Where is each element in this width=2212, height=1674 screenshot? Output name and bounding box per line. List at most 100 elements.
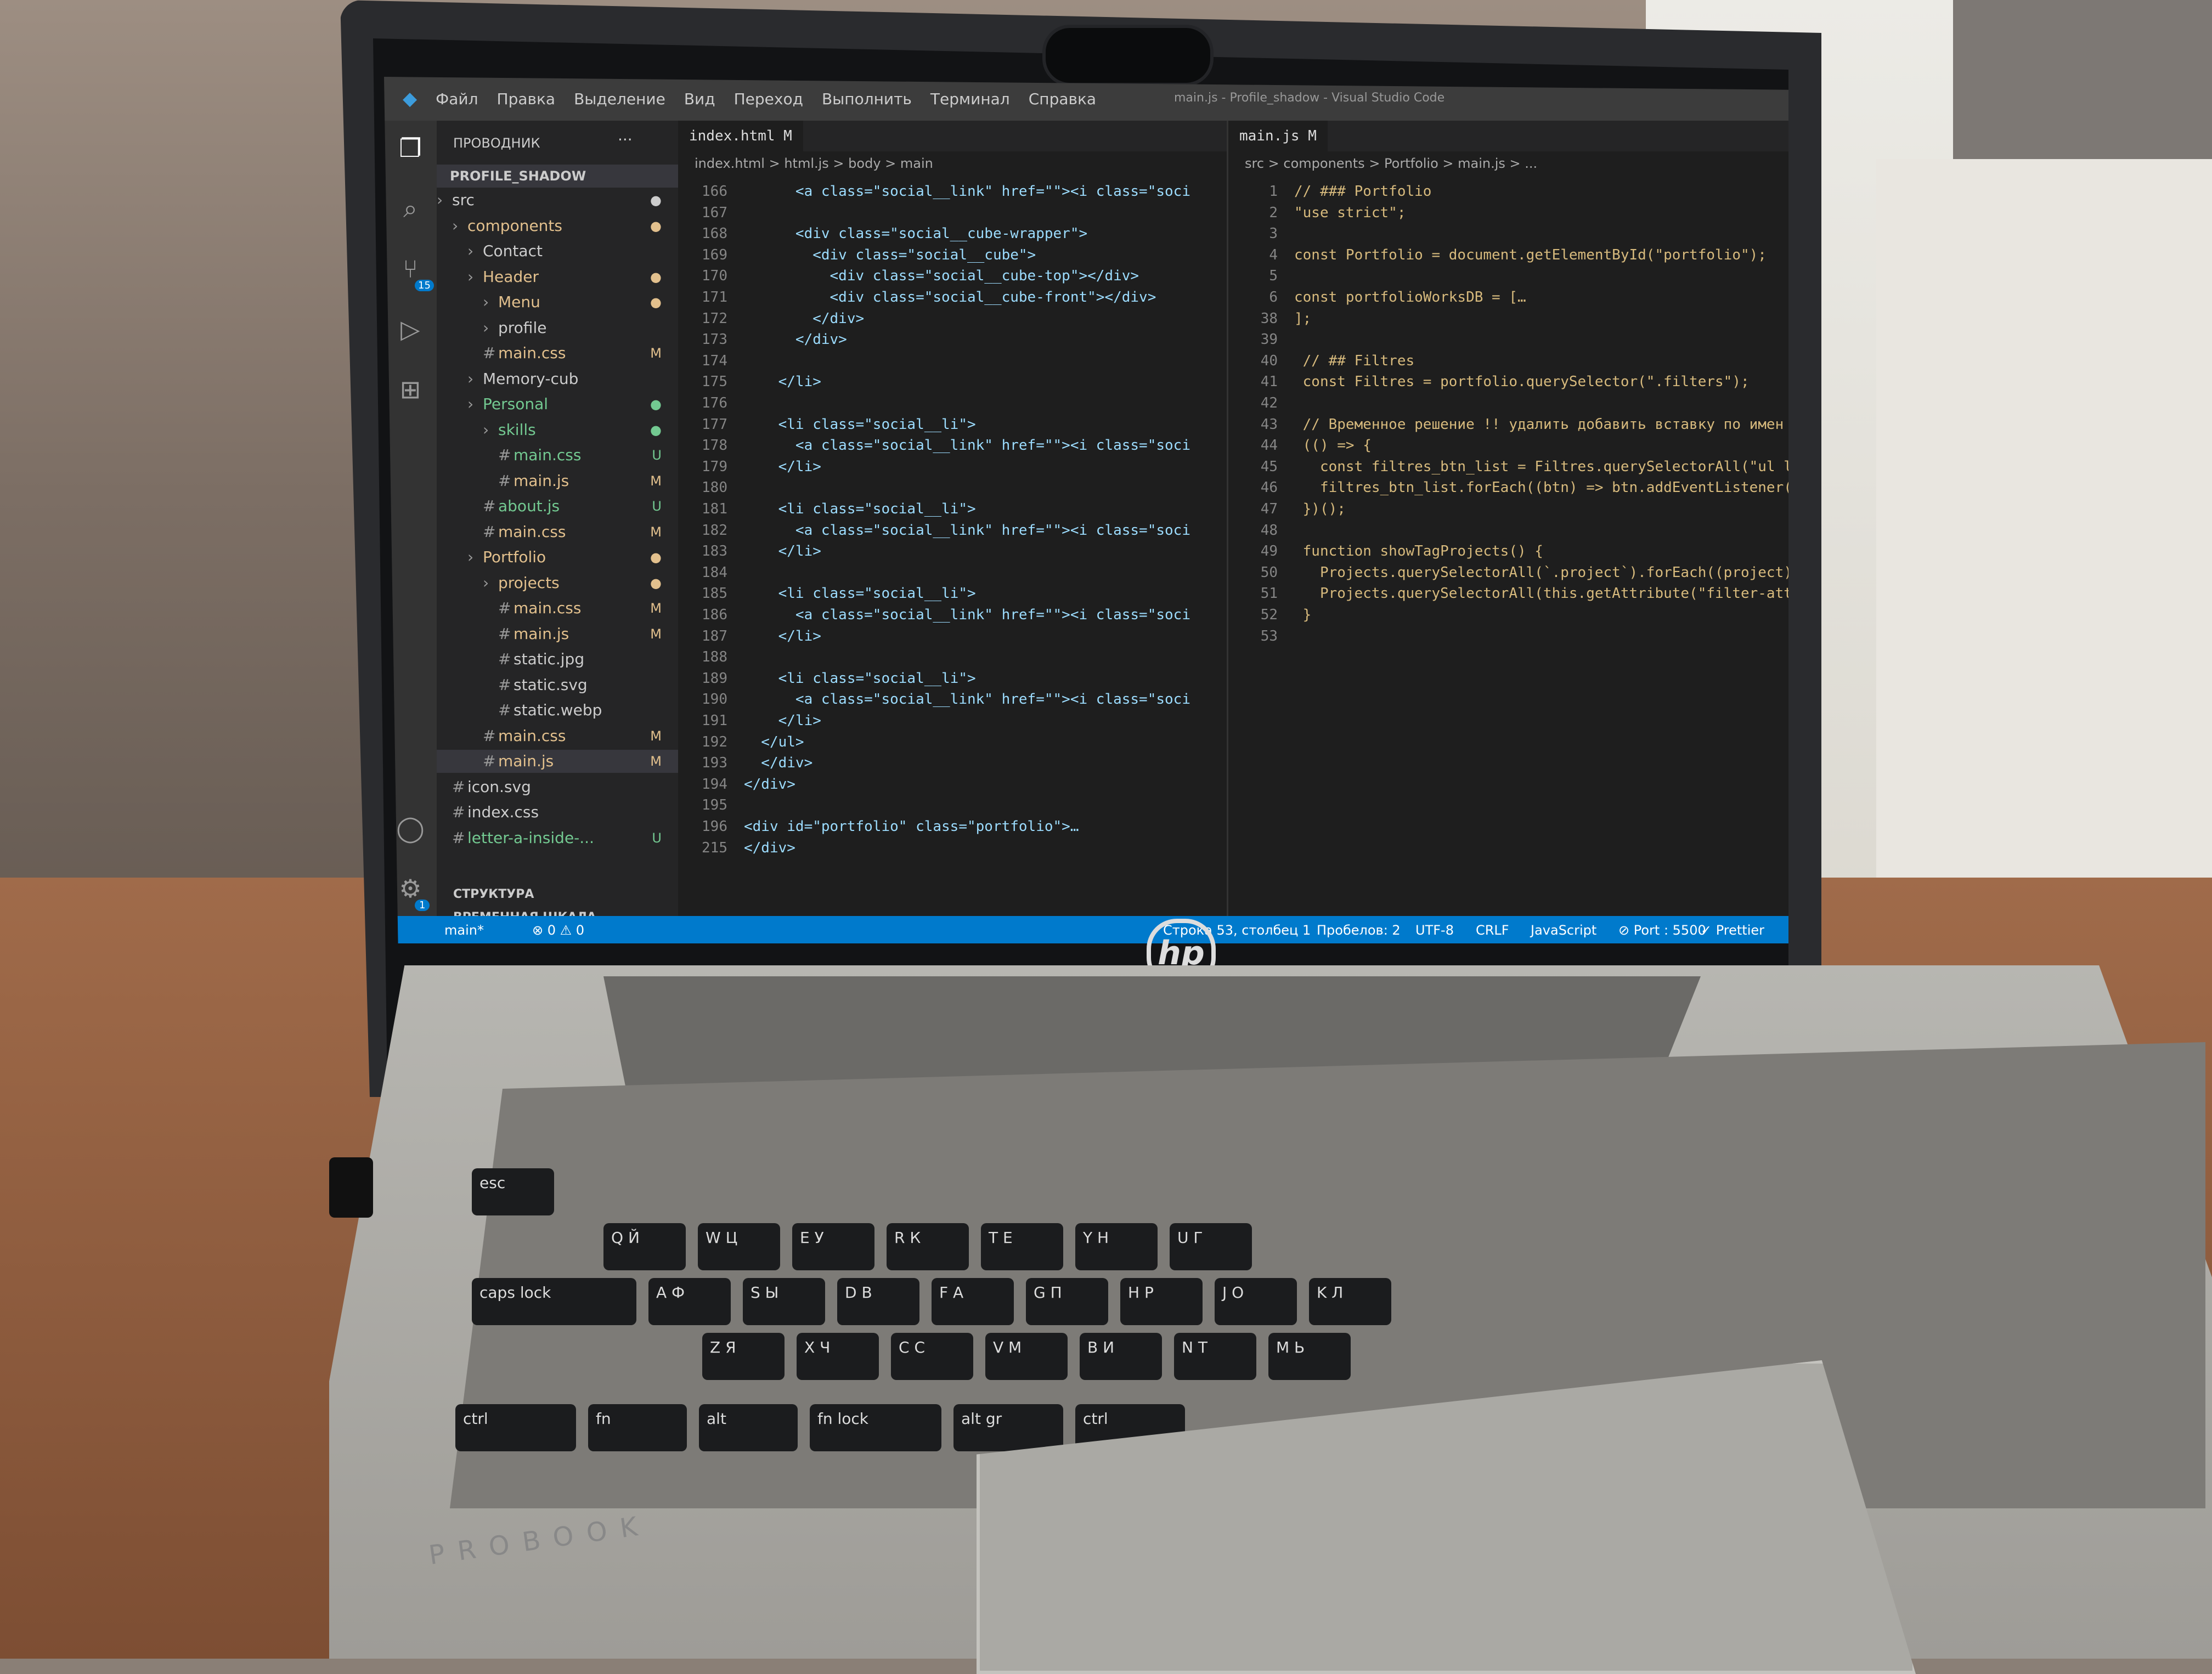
run-debug-icon[interactable]: ▷: [394, 313, 427, 346]
code-line[interactable]: </ul>: [744, 732, 804, 753]
code-line[interactable]: (() => {: [1294, 435, 1372, 456]
code-line[interactable]: // Временное решение !! удалить добавить…: [1294, 414, 1784, 436]
line-ending[interactable]: CRLF: [1476, 923, 1509, 938]
tree-item[interactable]: # main.css U: [437, 444, 678, 467]
menu-selection[interactable]: Выделение: [574, 90, 665, 108]
code-line[interactable]: </li>: [744, 710, 821, 732]
keyboard-key[interactable]: A Ф: [648, 1278, 731, 1325]
code-line[interactable]: </li>: [744, 541, 821, 562]
code-line[interactable]: <li class="social__li">: [744, 499, 976, 520]
keyboard-key[interactable]: X Ч: [797, 1333, 879, 1380]
code-line[interactable]: <li class="social__li">: [744, 583, 976, 604]
tree-item[interactable]: › Personal ●: [437, 393, 678, 416]
keyboard-key[interactable]: alt: [699, 1404, 798, 1451]
code-line[interactable]: <div class="social__cube">: [744, 245, 1036, 266]
keyboard-key[interactable]: V М: [985, 1333, 1068, 1380]
keyboard-key[interactable]: caps lock: [472, 1278, 636, 1325]
keyboard-key[interactable]: F А: [932, 1278, 1014, 1325]
prettier-status[interactable]: ✓ Prettier: [1701, 923, 1764, 938]
code-line[interactable]: <a class="social__link" href=""><i class…: [744, 604, 1190, 626]
menu-terminal[interactable]: Терминал: [930, 90, 1010, 108]
keyboard-key[interactable]: fn lock: [810, 1404, 941, 1451]
keyboard-key[interactable]: D В: [837, 1278, 919, 1325]
tree-item[interactable]: # main.css M: [437, 597, 678, 620]
tree-item[interactable]: # icon.svg: [437, 776, 678, 799]
keyboard-key[interactable]: K Л: [1309, 1278, 1391, 1325]
code-line[interactable]: </div>: [744, 774, 795, 795]
code-line[interactable]: <a class="social__link" href=""><i class…: [744, 181, 1190, 202]
keyboard-key[interactable]: J О: [1215, 1278, 1297, 1325]
menu-file[interactable]: Файл: [436, 90, 478, 108]
encoding[interactable]: UTF-8: [1415, 923, 1454, 938]
code-line[interactable]: filtres_btn_list.forEach((btn) => btn.ad…: [1294, 477, 1788, 499]
code-line[interactable]: <div id="portfolio" class="portfolio">…: [744, 816, 1079, 838]
tree-item[interactable]: # index.css: [437, 801, 678, 824]
tree-item[interactable]: # main.js M: [437, 750, 678, 773]
keyboard-key[interactable]: E У: [792, 1223, 874, 1270]
tree-item[interactable]: # about.js U: [437, 495, 678, 518]
code-line[interactable]: <div class="social__cube-front"></div>: [744, 287, 1156, 308]
keyboard-key[interactable]: B И: [1080, 1333, 1162, 1380]
keyboard-key[interactable]: U Г: [1170, 1223, 1252, 1270]
code-line[interactable]: }: [1294, 604, 1312, 626]
tree-item[interactable]: # main.js M: [437, 623, 678, 646]
tree-item[interactable]: › Portfolio ●: [437, 546, 678, 569]
menu-go[interactable]: Переход: [734, 90, 803, 108]
code-line[interactable]: <div class="social__cube-top"></div>: [744, 265, 1139, 287]
keyboard-key[interactable]: N Т: [1174, 1333, 1256, 1380]
keyboard-key[interactable]: G П: [1026, 1278, 1108, 1325]
keyboard-key[interactable]: alt gr: [953, 1404, 1063, 1451]
code-line[interactable]: const Portfolio = document.getElementByI…: [1294, 245, 1767, 266]
menu-view[interactable]: Вид: [684, 90, 715, 108]
tree-item[interactable]: › Header ●: [437, 265, 678, 289]
keyboard-key[interactable]: Z Я: [702, 1333, 785, 1380]
extensions-icon[interactable]: ⊞: [394, 373, 427, 406]
tree-item[interactable]: # main.css M: [437, 342, 678, 365]
code-line[interactable]: <a class="social__link" href=""><i class…: [744, 520, 1190, 541]
tree-item[interactable]: › Memory-cub: [437, 367, 678, 391]
tree-item[interactable]: # static.svg: [437, 674, 678, 697]
tree-item[interactable]: # static.webp: [437, 699, 678, 722]
outline-section[interactable]: СТРУКТУРА: [453, 883, 534, 906]
keyboard-key[interactable]: ctrl: [455, 1404, 576, 1451]
code-line[interactable]: <li class="social__li">: [744, 668, 976, 689]
project-root[interactable]: PROFILE_SHADOW: [437, 165, 678, 188]
code-line[interactable]: const filtres_btn_list = Filtres.querySe…: [1294, 456, 1788, 478]
indent-spaces[interactable]: Пробелов: 2: [1317, 923, 1401, 938]
code-line[interactable]: </li>: [744, 371, 821, 393]
problems-indicator[interactable]: ⊗ 0 ⚠ 0: [532, 923, 584, 938]
tree-item[interactable]: › Contact: [437, 240, 678, 263]
code-line[interactable]: "use strict";: [1294, 202, 1406, 224]
tree-item[interactable]: › skills ●: [437, 418, 678, 442]
code-line[interactable]: </li>: [744, 626, 821, 647]
tree-item[interactable]: › components ●: [437, 214, 678, 237]
tree-item[interactable]: › Menu ●: [437, 291, 678, 314]
code-line[interactable]: <a class="social__link" href=""><i class…: [744, 435, 1190, 456]
tab-main-js[interactable]: main.js M: [1228, 121, 1328, 151]
more-actions-icon[interactable]: ···: [618, 128, 633, 151]
tree-item[interactable]: # main.css M: [437, 521, 678, 544]
code-line[interactable]: </div>: [744, 329, 847, 350]
code-line[interactable]: <li class="social__li">: [744, 414, 976, 436]
breadcrumb-js[interactable]: src > components > Portfolio > main.js >…: [1228, 151, 1537, 176]
code-line[interactable]: const portfolioWorksDB = […: [1294, 287, 1526, 308]
keyboard-key[interactable]: M Ь: [1268, 1333, 1351, 1380]
code-line[interactable]: function showTagProjects() {: [1294, 541, 1543, 562]
language-mode[interactable]: JavaScript: [1531, 923, 1596, 938]
tab-index-html[interactable]: index.html M: [678, 121, 803, 151]
code-line[interactable]: ];: [1294, 308, 1311, 330]
account-icon[interactable]: ◯: [394, 812, 427, 845]
tree-item[interactable]: › projects ●: [437, 572, 678, 595]
keyboard-key[interactable]: T Е: [981, 1223, 1063, 1270]
keyboard-key[interactable]: H Р: [1120, 1278, 1203, 1325]
code-line[interactable]: </div>: [744, 838, 795, 859]
keyboard-key[interactable]: R К: [887, 1223, 969, 1270]
menu-run[interactable]: Выполнить: [822, 90, 912, 108]
code-line[interactable]: <a class="social__link" href=""><i class…: [744, 689, 1190, 710]
keyboard-key[interactable]: Y Н: [1075, 1223, 1158, 1270]
tree-item[interactable]: › src ●: [437, 189, 678, 212]
tree-item[interactable]: # letter-a-inside-... U: [437, 827, 678, 850]
code-line[interactable]: <div class="social__cube-wrapper">: [744, 223, 1087, 245]
search-icon[interactable]: ⌕: [394, 192, 427, 225]
tree-item[interactable]: # main.js M: [437, 470, 678, 493]
